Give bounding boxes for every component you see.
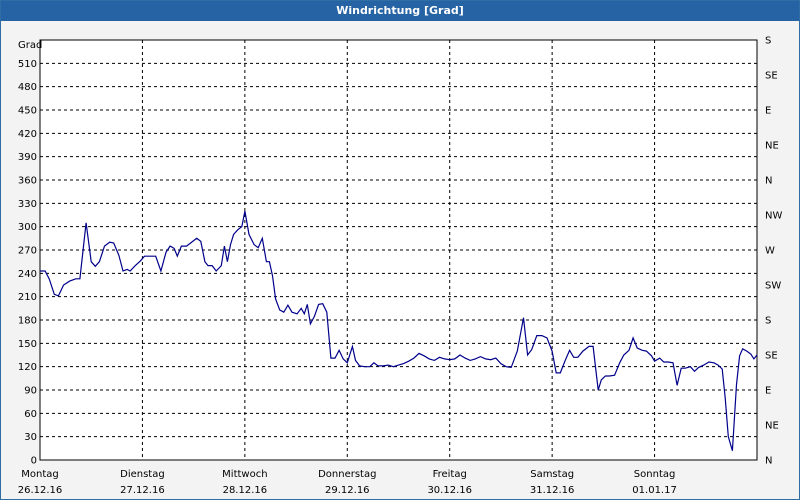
- right-axis-label: E: [765, 386, 771, 397]
- x-tick-date: 29.12.16: [325, 485, 370, 496]
- right-axis-label: E: [765, 106, 771, 117]
- right-axis-label: SE: [765, 351, 778, 362]
- x-tick-day: Donnerstag: [318, 469, 376, 480]
- wind-direction-chart: 0 30 60 90 120 150 180 210 240 270 300 330 360 390 420…: [18, 36, 783, 497]
- y-tick-label: 150: [18, 339, 37, 350]
- y-tick-label: 360: [18, 176, 37, 187]
- y-tick-label: 270: [18, 246, 37, 257]
- y-tick-label: 450: [18, 106, 37, 117]
- y-tick-label: 90: [24, 386, 37, 397]
- right-axis-label: N: [765, 456, 772, 467]
- y-tick-label: 240: [18, 269, 37, 280]
- y-tick-label: 510: [18, 59, 37, 70]
- y-tick-label: 60: [24, 409, 37, 420]
- x-tick-date: 26.12.16: [18, 485, 63, 496]
- y-tick-label: 30: [24, 432, 37, 443]
- right-axis-label: S: [765, 316, 771, 327]
- y-tick-label: 180: [18, 316, 37, 327]
- x-tick-day: Montag: [21, 469, 58, 480]
- y-tick-label: 330: [18, 199, 37, 210]
- x-tick-day: Freitag: [433, 469, 467, 480]
- x-tick-day: Dienstag: [120, 469, 165, 480]
- right-axis-label: W: [765, 246, 775, 257]
- x-tick-day: Samstag: [530, 469, 574, 480]
- right-axis-label: NE: [765, 421, 779, 432]
- right-axis-label: SE: [765, 71, 778, 82]
- right-axis-label: N: [765, 176, 772, 187]
- y-tick-label: 390: [18, 152, 37, 163]
- x-tick-date: 27.12.16: [120, 485, 165, 496]
- y-tick-label: 0: [31, 456, 37, 467]
- x-tick-day: Sonntag: [634, 469, 676, 480]
- y-tick-label: 480: [18, 82, 37, 93]
- y-tick-label: 120: [18, 362, 37, 373]
- x-tick-date: 30.12.16: [427, 485, 472, 496]
- right-axis-label: NE: [765, 141, 779, 152]
- plot-area: [40, 40, 757, 460]
- right-axis-label: S: [765, 36, 771, 47]
- x-tick-day: Mittwoch: [222, 469, 267, 480]
- right-axis-label: NW: [765, 211, 782, 222]
- y-tick-label: 300: [18, 222, 37, 233]
- y-axis-label: Grad: [18, 40, 42, 51]
- x-tick-date: 28.12.16: [223, 485, 268, 496]
- x-tick-date: 01.01.17: [632, 485, 677, 496]
- y-tick-label: 210: [18, 292, 37, 303]
- right-axis-label: SW: [765, 281, 781, 292]
- y-tick-label: 420: [18, 129, 37, 140]
- x-tick-date: 31.12.16: [530, 485, 575, 496]
